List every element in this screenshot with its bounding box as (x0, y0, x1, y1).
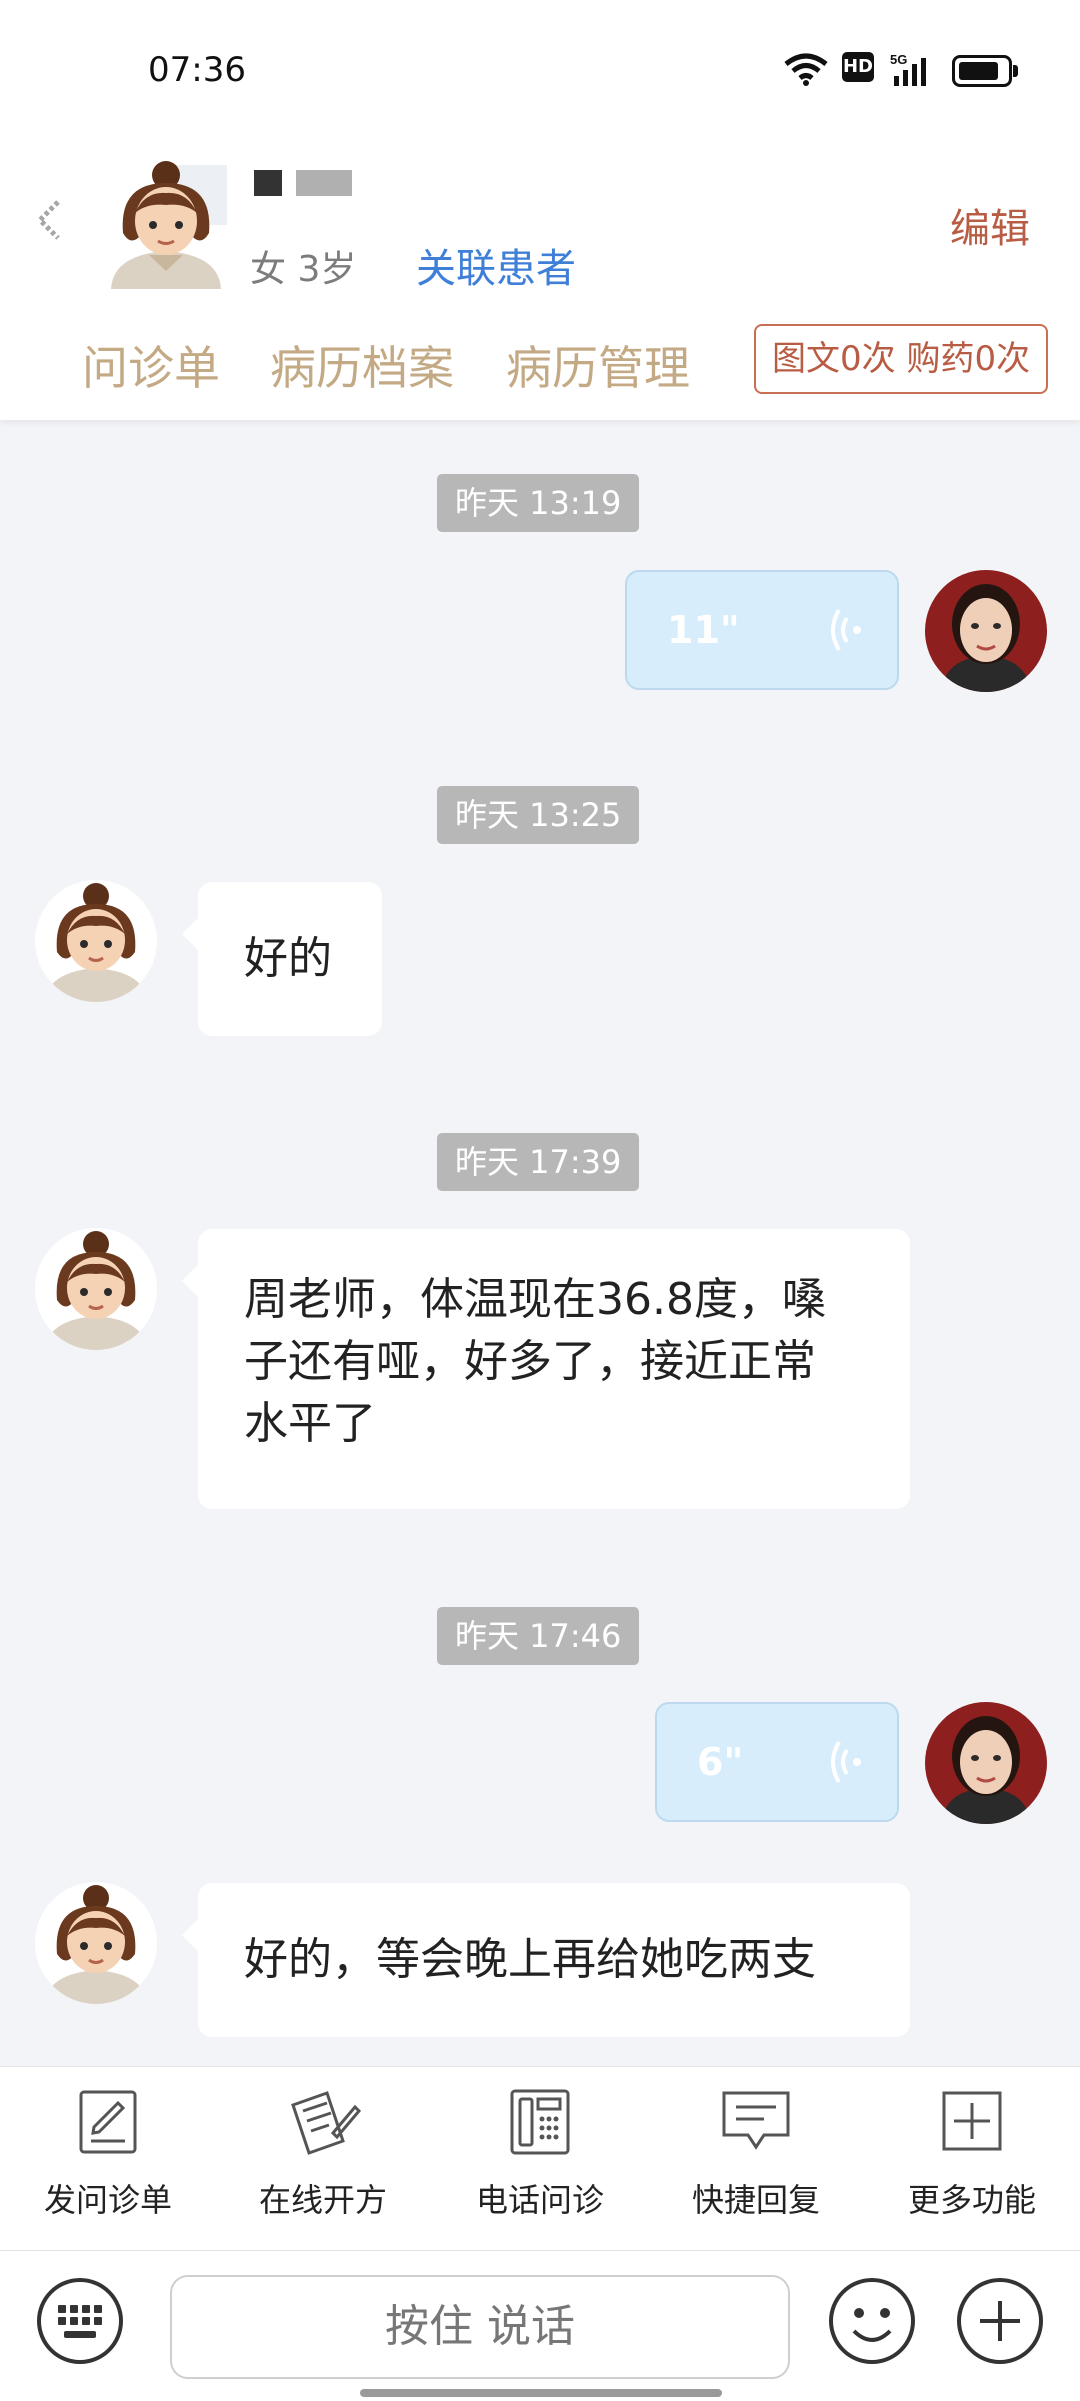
toolbar-label: 在线开方 (258, 2181, 387, 2219)
timestamp: 昨天 17:39 (437, 1133, 640, 1191)
voice-wave-icon (831, 608, 861, 652)
message-text: 好的，等会晚上再给她吃两支 (244, 1934, 816, 1985)
battery-level (959, 62, 998, 80)
message-bubble[interactable]: 好的 (182, 882, 382, 1036)
toolbar-label: 发问诊单 (43, 2181, 172, 2219)
voice-message[interactable]: 11" (625, 570, 899, 690)
back-arrow-icon[interactable] (30, 196, 66, 244)
service-counts-badge[interactable]: 图文0次 购药0次 (754, 324, 1049, 394)
plus-circle-icon[interactable] (956, 2277, 1044, 2365)
emoji-icon[interactable] (828, 2277, 916, 2365)
timestamp: 昨天 13:19 (437, 474, 640, 532)
patient-avatar[interactable] (35, 1228, 157, 1350)
form-edit-icon (79, 2090, 137, 2154)
patient-avatar[interactable] (105, 155, 227, 289)
edit-button[interactable]: 编辑 (950, 196, 1030, 254)
tab-consultation-form[interactable]: 问诊单 (82, 332, 220, 398)
quick-actions-toolbar: 发问诊单 在线开方 电话问诊 快捷回复 更多功能 (0, 2066, 1080, 2250)
patient-gender-age: 女 3岁 (250, 249, 357, 290)
doctor-avatar[interactable] (925, 1702, 1047, 1824)
phone-icon (510, 2089, 570, 2155)
online-prescription-button[interactable]: 在线开方 (233, 2087, 413, 2221)
phone-consult-button[interactable]: 电话问诊 (450, 2087, 630, 2221)
signal-5g-icon: 5G (890, 52, 926, 86)
timestamp: 昨天 13:25 (437, 786, 640, 844)
battery-icon (952, 55, 1018, 87)
toolbar-label: 电话问诊 (475, 2181, 604, 2219)
home-indicator (360, 2389, 722, 2397)
timestamp: 昨天 17:46 (437, 1607, 640, 1665)
svg-text:5G: 5G (890, 52, 907, 67)
keyboard-icon[interactable] (36, 2277, 124, 2365)
patient-avatar[interactable] (35, 1882, 157, 2004)
chat-bubble-icon (722, 2091, 790, 2150)
quick-reply-button[interactable]: 快捷回复 (666, 2087, 846, 2221)
plus-square-icon (942, 2091, 1002, 2151)
wifi-icon (784, 53, 828, 86)
status-time: 07:36 (148, 50, 246, 90)
message-line: 子还有哑，好多了，接近正常 (244, 1336, 816, 1387)
message-text: 好的 (244, 933, 332, 984)
message-line: 水平了 (244, 1398, 376, 1449)
hd-icon: HD (842, 52, 874, 82)
tab-medical-records[interactable]: 病历档案 (270, 332, 454, 398)
input-bar: 按住 说话 (0, 2250, 1080, 2401)
send-form-button[interactable]: 发问诊单 (18, 2087, 198, 2221)
message-line: 周老师，体温现在36.8度，嗓 (244, 1274, 826, 1325)
patient-name-redacted (254, 170, 366, 200)
message-bubble[interactable]: 周老师，体温现在36.8度，嗓 子还有哑，好多了，接近正常 水平了 (182, 1229, 910, 1509)
doctor-avatar[interactable] (925, 570, 1047, 692)
voice-duration: 6" (697, 1740, 744, 1784)
toolbar-label: 快捷回复 (691, 2181, 820, 2219)
message-bubble[interactable]: 好的，等会晚上再给她吃两支 (182, 1883, 910, 2037)
prescription-icon (291, 2091, 362, 2155)
toolbar-label: 更多功能 (907, 2181, 1036, 2219)
more-functions-button[interactable]: 更多功能 (882, 2087, 1062, 2221)
link-patient-link[interactable]: 关联患者 (416, 236, 576, 294)
voice-message[interactable]: 6" (655, 1702, 899, 1822)
tab-record-management[interactable]: 病历管理 (506, 332, 690, 398)
voice-duration: 11" (667, 608, 740, 652)
patient-avatar[interactable] (35, 880, 157, 1002)
voice-wave-icon (831, 1740, 861, 1784)
message-text: 周老师，体温现在36.8度，嗓 子还有哑，好多了，接近正常 水平了 (244, 1269, 826, 1455)
hold-to-talk-button[interactable]: 按住 说话 (170, 2275, 790, 2379)
